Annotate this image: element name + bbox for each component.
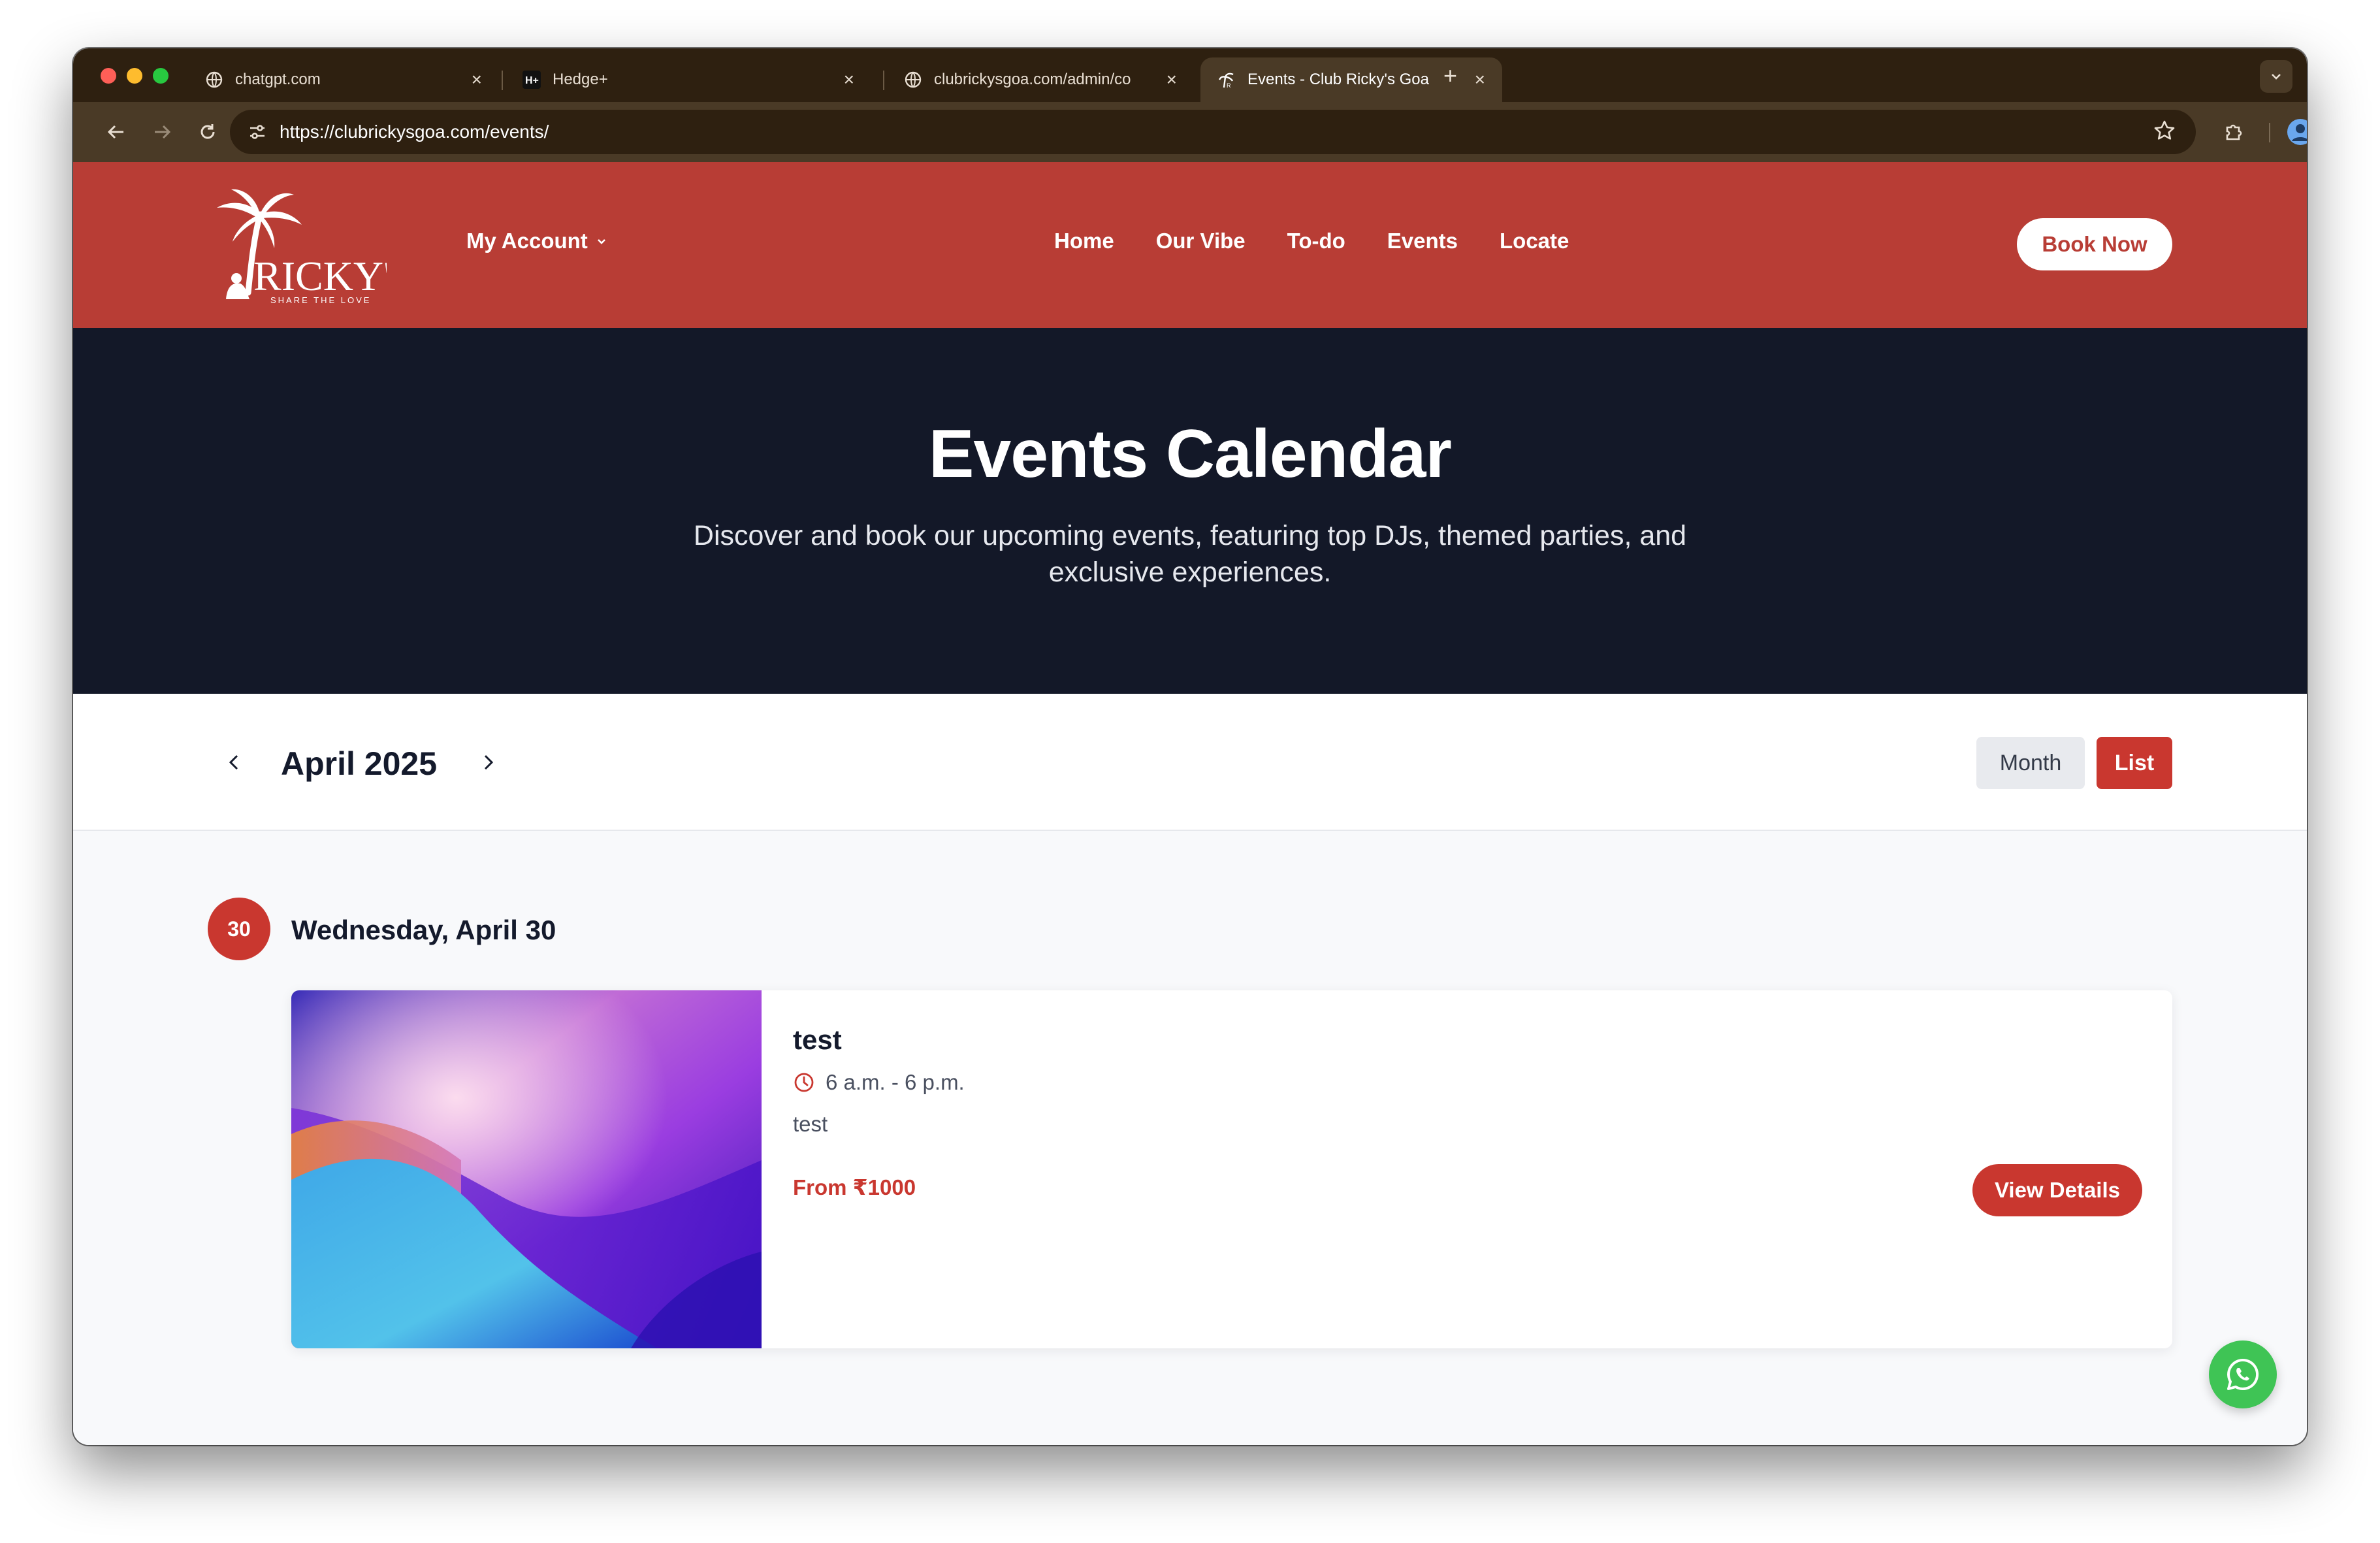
clock-icon (794, 1073, 814, 1092)
whatsapp-chat-button[interactable] (2209, 1340, 2277, 1408)
minimize-window-button[interactable] (127, 68, 142, 84)
day-number-badge: 30 (208, 898, 270, 960)
site-settings-icon[interactable] (244, 119, 270, 145)
current-month-title: April 2025 (281, 745, 438, 782)
forward-button[interactable] (148, 118, 176, 146)
hedge-logo-icon: H+ (523, 71, 541, 89)
hero-subtitle: Discover and book our upcoming events, f… (693, 520, 1687, 588)
svg-text:R: R (1227, 82, 1231, 89)
calendar-toolbar: April 2025 Month List (73, 694, 2307, 831)
globe-icon (205, 71, 223, 89)
browser-tab[interactable]: chatgpt.com × (188, 57, 499, 102)
rickys-logo[interactable]: RICKY'S SHARE THE LOVE (210, 188, 414, 306)
event-image[interactable] (291, 990, 762, 1348)
url-text[interactable]: https://clubrickysgoa.com/events/ (280, 122, 549, 142)
address-bar[interactable]: https://clubrickysgoa.com/events/ (230, 110, 2196, 154)
close-window-button[interactable] (101, 68, 116, 84)
tab-search-button[interactable] (2260, 60, 2292, 93)
main-nav: Home Our Vibe To-do Events Locate (1054, 229, 1569, 253)
day-heading: Wednesday, April 30 (291, 915, 556, 945)
next-month-button[interactable] (472, 746, 504, 779)
user-icon (2292, 124, 2307, 141)
browser-window: chatgpt.com × H+ Hedge+ × clubrickysgoa.… (73, 48, 2307, 1445)
tab-title: Events - Club Ricky's Goa (1247, 71, 1430, 88)
events-list: 30 Wednesday, April 30 test 6 a.m. - 6 p… (73, 832, 2307, 1445)
reload-icon (201, 124, 215, 139)
logo-tagline: SHARE THE LOVE (270, 295, 371, 305)
tab-separator (502, 71, 503, 90)
nav-link-todo[interactable]: To-do (1287, 229, 1345, 253)
browser-tab[interactable]: H+ Hedge+ × (506, 57, 871, 102)
hero-section: Events Calendar Discover and book our up… (73, 328, 2307, 694)
event-time-text: 6 a.m. - 6 p.m. (826, 1070, 965, 1094)
logo-wordmark: RICKY'S (253, 253, 387, 299)
maximize-window-button[interactable] (153, 68, 169, 84)
my-account-label: My Account (466, 229, 588, 253)
chevron-down-icon (2272, 74, 2281, 80)
svg-text:H+: H+ (525, 75, 539, 86)
arrow-right-icon (155, 125, 171, 139)
rickys-favicon-icon: R (1217, 71, 1236, 89)
tab-title: Hedge+ (553, 71, 608, 88)
event-description: test (793, 1112, 828, 1136)
tab-separator (883, 71, 884, 90)
back-button[interactable] (102, 118, 131, 146)
tab-strip: chatgpt.com × H+ Hedge+ × clubrickysgoa.… (73, 48, 2307, 102)
page-title: Events Calendar (929, 416, 1452, 492)
puzzle-icon (2226, 124, 2242, 140)
my-account-menu[interactable]: My Account (466, 229, 607, 253)
toolbar-divider (2269, 123, 2270, 142)
event-card[interactable]: test 6 a.m. - 6 p.m. test From ₹1000 Vie… (291, 990, 2172, 1348)
whatsapp-icon (2227, 1358, 2259, 1390)
view-details-button[interactable]: View Details (1972, 1164, 2142, 1216)
reload-button[interactable] (193, 118, 222, 146)
arrow-left-icon (107, 125, 123, 139)
nav-link-locate[interactable]: Locate (1500, 229, 1569, 253)
previous-month-button[interactable] (218, 746, 251, 779)
profile-avatar[interactable] (2287, 119, 2307, 145)
close-tab-icon[interactable]: × (1475, 69, 1485, 90)
event-price: From ₹1000 (793, 1175, 916, 1199)
chevron-left-icon (229, 755, 238, 770)
globe-icon (904, 71, 922, 89)
browser-tab[interactable]: clubrickysgoa.com/admin/co × (887, 57, 1194, 102)
bookmark-star-icon[interactable] (2153, 119, 2176, 146)
chevron-down-icon (597, 239, 605, 244)
extensions-button[interactable] (2218, 116, 2249, 148)
tab-title: chatgpt.com (235, 71, 321, 88)
list-view-button[interactable]: List (2097, 737, 2172, 789)
book-now-button[interactable]: Book Now (2017, 218, 2172, 270)
browser-toolbar: https://clubrickysgoa.com/events/ (73, 102, 2307, 162)
event-time: 6 a.m. - 6 p.m. (793, 1070, 965, 1095)
close-tab-icon[interactable]: × (1166, 69, 1177, 90)
nav-link-our-vibe[interactable]: Our Vibe (1156, 229, 1246, 253)
nav-link-home[interactable]: Home (1054, 229, 1114, 253)
event-title[interactable]: test (793, 1024, 842, 1056)
new-tab-button[interactable]: + (1443, 64, 1457, 88)
chevron-right-icon (484, 755, 494, 770)
close-tab-icon[interactable]: × (472, 69, 482, 90)
close-tab-icon[interactable]: × (844, 69, 854, 90)
site-header: RICKY'S SHARE THE LOVE My Account Home O… (73, 162, 2307, 328)
nav-link-events[interactable]: Events (1387, 229, 1458, 253)
tab-title: clubrickysgoa.com/admin/co (934, 71, 1131, 88)
month-view-button[interactable]: Month (1976, 737, 2085, 789)
